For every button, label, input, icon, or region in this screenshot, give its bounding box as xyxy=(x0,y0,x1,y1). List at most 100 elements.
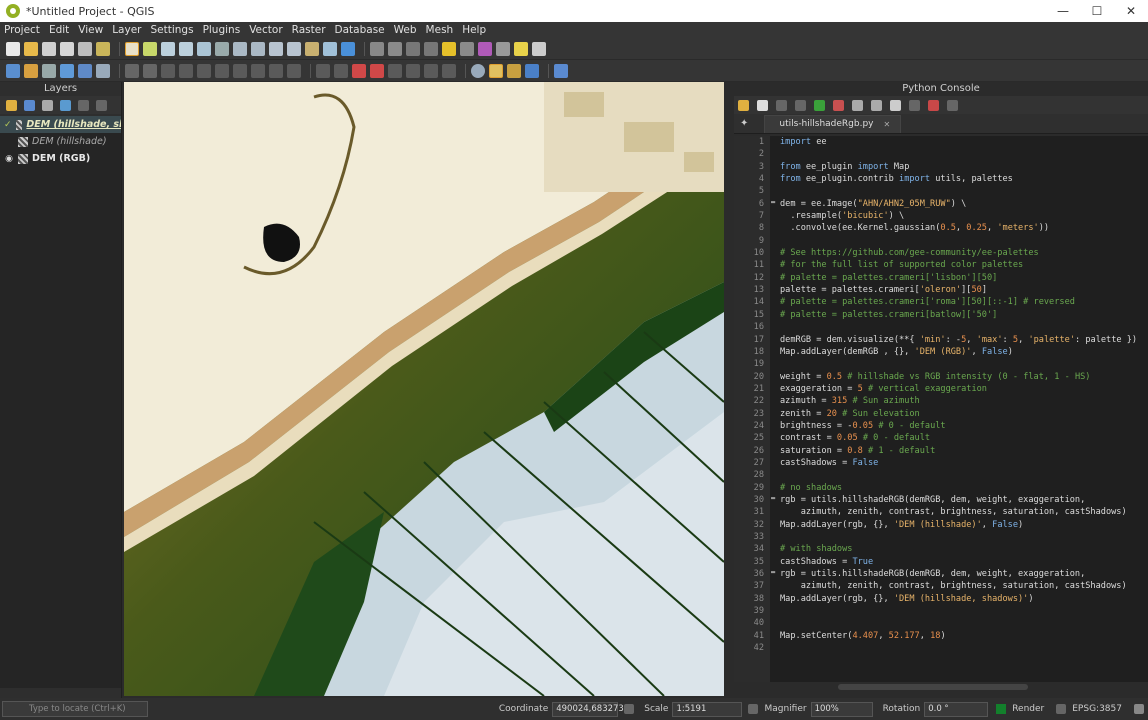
close-tab-icon[interactable]: ✕ xyxy=(884,120,891,129)
menu-settings[interactable]: Settings xyxy=(150,24,193,36)
run-script-icon[interactable] xyxy=(814,99,825,111)
code-line[interactable]: brightness = -0.05 # 0 - default xyxy=(780,420,1148,432)
pan-map-icon[interactable] xyxy=(125,41,139,56)
select-features-icon[interactable] xyxy=(406,41,420,56)
show-hide-label-icon[interactable] xyxy=(370,63,384,78)
code-line[interactable]: Map.setCenter(4.407, 52.177, 18) xyxy=(780,630,1148,642)
highlight-label-icon[interactable] xyxy=(352,63,366,78)
zoom-last-icon[interactable] xyxy=(269,41,283,56)
code-line[interactable]: zenith = 20 # Sun elevation xyxy=(780,408,1148,420)
find-icon[interactable] xyxy=(890,99,901,111)
fold-marker-icon[interactable]: ▬ xyxy=(771,568,778,580)
extents-toggle-icon[interactable] xyxy=(624,704,635,714)
paste-script-icon[interactable] xyxy=(871,99,882,111)
menu-help[interactable]: Help xyxy=(462,24,486,36)
code-line[interactable]: dem = ee.Image("AHN/AHN2_05M_RUW") \ xyxy=(780,198,1148,210)
code-body[interactable]: import ee from ee_plugin import Map from … xyxy=(780,136,1148,654)
zoom-full-icon[interactable] xyxy=(197,41,211,56)
data-source-manager-icon[interactable] xyxy=(6,63,20,78)
magnifier-field[interactable]: 100% xyxy=(810,701,873,717)
new-map-view-icon[interactable] xyxy=(305,41,319,56)
python-console-icon[interactable] xyxy=(489,63,503,78)
field-calculator-icon[interactable] xyxy=(442,41,456,56)
code-line[interactable]: from ee_plugin.contrib import utils, pal… xyxy=(780,173,1148,185)
code-line[interactable]: azimuth = 315 # Sun azimuth xyxy=(780,395,1148,407)
code-line[interactable]: import ee xyxy=(780,136,1148,148)
save-as-script-icon[interactable] xyxy=(795,99,806,111)
zoom-next-icon[interactable] xyxy=(287,41,301,56)
editor-tab[interactable]: utils-hillshadeRgb.py ✕ xyxy=(764,114,902,133)
identify-icon[interactable] xyxy=(370,41,384,56)
layer-item-dem-hillshade[interactable]: DEM (hillshade) xyxy=(0,133,121,150)
minimize-button[interactable]: — xyxy=(1046,0,1080,22)
cut-script-icon[interactable] xyxy=(833,99,844,111)
toggle-editing-icon[interactable] xyxy=(125,63,139,78)
save-edits-icon[interactable] xyxy=(143,63,157,78)
open-layer-styling-icon[interactable] xyxy=(6,99,17,111)
bookmark-icon[interactable] xyxy=(323,41,337,56)
comment-icon[interactable] xyxy=(909,99,920,111)
code-line[interactable]: from ee_plugin import Map xyxy=(780,161,1148,173)
pan-to-selection-icon[interactable] xyxy=(143,41,157,56)
maximize-button[interactable]: ☐ xyxy=(1080,0,1114,22)
code-line[interactable]: saturation = 0.8 # 1 - default xyxy=(780,445,1148,457)
zoom-out-icon[interactable] xyxy=(179,41,193,56)
new-layer-icon[interactable] xyxy=(24,63,38,78)
add-feature-icon[interactable] xyxy=(161,63,175,78)
text-annotation-icon[interactable] xyxy=(532,41,546,56)
code-line[interactable] xyxy=(780,235,1148,247)
move-label-icon[interactable] xyxy=(388,63,402,78)
code-line[interactable] xyxy=(780,358,1148,370)
map-canvas[interactable] xyxy=(124,82,724,696)
locator-search[interactable]: Type to locate (Ctrl+K) xyxy=(2,701,148,717)
change-label-icon[interactable] xyxy=(424,63,438,78)
measure-icon[interactable] xyxy=(496,41,510,56)
save-script-icon[interactable] xyxy=(776,99,787,111)
code-line[interactable]: .convolve(ee.Kernel.gaussian(0.5, 0.25, … xyxy=(780,222,1148,234)
code-line[interactable]: # palette = palettes.crameri['lisbon'][5… xyxy=(780,272,1148,284)
code-line[interactable]: exaggeration = 5 # vertical exaggeration xyxy=(780,383,1148,395)
paste-icon[interactable] xyxy=(251,63,265,78)
menu-view[interactable]: View xyxy=(78,24,103,36)
zoom-in-icon[interactable] xyxy=(161,41,175,56)
code-line[interactable]: castShadows = True xyxy=(780,556,1148,568)
redo-icon[interactable] xyxy=(287,63,301,78)
object-inspector-icon[interactable] xyxy=(947,99,958,111)
coordinate-field[interactable]: 490024,6832730 xyxy=(552,701,629,717)
copy-icon[interactable] xyxy=(233,63,247,78)
menu-database[interactable]: Database xyxy=(335,24,385,36)
rotate-icon[interactable] xyxy=(525,63,539,78)
vector-layer-icon[interactable] xyxy=(78,63,92,78)
panel-splitter[interactable] xyxy=(724,82,734,698)
code-editor[interactable]: 1 2 3 4 5 6 7 8 9 10 11 12 13 14 15 16 17 18 19 20 21 22 23 24 2… xyxy=(734,136,1148,682)
code-line[interactable]: Map.addLayer(rgb, {}, 'DEM (hillshade)',… xyxy=(780,519,1148,531)
new-editor-icon[interactable] xyxy=(757,99,768,111)
code-line[interactable]: Map.addLayer(demRGB , {}, 'DEM (RGB)', F… xyxy=(780,346,1148,358)
code-line[interactable]: rgb = utils.hillshadeRGB(demRGB, dem, we… xyxy=(780,494,1148,506)
menu-edit[interactable]: Edit xyxy=(49,24,69,36)
print-layout-icon[interactable] xyxy=(78,41,92,56)
menu-mesh[interactable]: Mesh xyxy=(426,24,454,36)
code-line[interactable]: .resample('bicubic') \ xyxy=(780,210,1148,222)
code-line[interactable]: contrast = 0.05 # 0 - default xyxy=(780,432,1148,444)
code-line[interactable]: Map.addLayer(rgb, {}, 'DEM (hillshade, s… xyxy=(780,593,1148,605)
code-line[interactable]: castShadows = False xyxy=(780,457,1148,469)
code-line[interactable] xyxy=(780,531,1148,543)
save-project-icon[interactable] xyxy=(42,41,56,56)
crs-icon[interactable] xyxy=(1056,704,1067,714)
undo-icon[interactable] xyxy=(269,63,283,78)
layer-item-dem-rgb[interactable]: ◉ DEM (RGB) xyxy=(0,150,121,167)
menu-web[interactable]: Web xyxy=(394,24,417,36)
code-line[interactable]: # palette = palettes.crameri['roma'][50]… xyxy=(780,296,1148,308)
rotation-field[interactable]: 0.0 ° xyxy=(924,701,989,717)
digitize-icon[interactable] xyxy=(42,63,56,78)
rotate-label-icon[interactable] xyxy=(406,63,420,78)
code-line[interactable]: azimuth, zenith, contrast, brightness, s… xyxy=(780,580,1148,592)
eye-icon[interactable]: ◉ xyxy=(4,154,14,164)
code-line[interactable]: # no shadows xyxy=(780,482,1148,494)
open-script-icon[interactable] xyxy=(738,99,749,111)
save-as-icon[interactable] xyxy=(60,41,74,56)
uncomment-icon[interactable] xyxy=(928,99,939,111)
code-line[interactable]: # See https://github.com/gee-community/e… xyxy=(780,247,1148,259)
refresh-icon[interactable] xyxy=(341,41,355,56)
